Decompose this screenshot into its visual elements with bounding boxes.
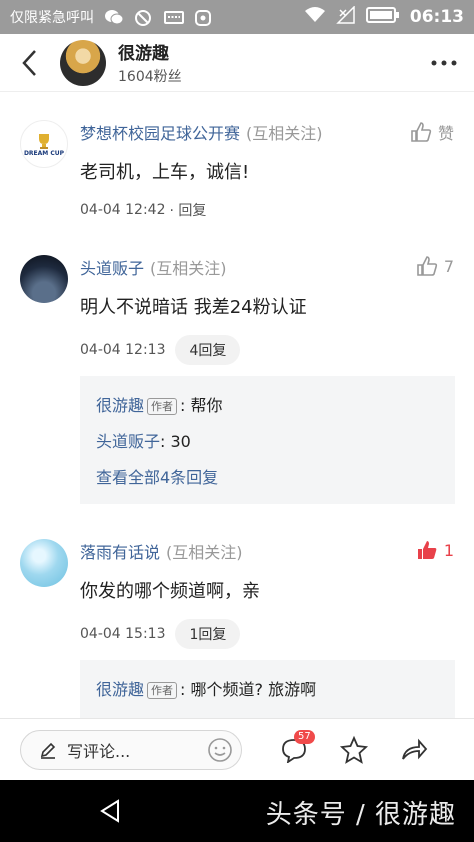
- reply-count-button[interactable]: 1回复: [175, 619, 241, 649]
- trophy-icon: [39, 133, 49, 149]
- reply-thread: 很游趣 作者 : 哪个频道? 旅游啊: [80, 660, 455, 718]
- commenter-avatar[interactable]: [20, 255, 68, 303]
- wechat-icon: [104, 9, 124, 25]
- commenter-avatar[interactable]: [20, 539, 68, 587]
- reply-text: : 帮你: [180, 396, 223, 415]
- comment-time: 04-04 12:42: [80, 202, 166, 218]
- like-count: 1: [443, 540, 454, 560]
- author-tag: 作者: [147, 681, 178, 699]
- comment-text: 明人不说暗话 我差24粉认证: [80, 297, 307, 318]
- comment-time: 04-04 15:13: [80, 626, 166, 642]
- mutual-follow-tag: (互相关注): [166, 543, 243, 562]
- like-count: 赞: [437, 124, 454, 143]
- comment-time: 04-04 12:13: [80, 342, 166, 358]
- system-back-button[interactable]: [70, 798, 150, 824]
- emoji-icon[interactable]: [207, 737, 233, 763]
- more-button[interactable]: [414, 34, 474, 92]
- comment-toolbar: 写评论... 57: [0, 718, 474, 780]
- reply-author-name[interactable]: 很游趣: [96, 388, 144, 424]
- thumbs-up-icon: [411, 122, 432, 142]
- clock: 06:13: [409, 7, 464, 27]
- app-icon: [194, 9, 214, 26]
- pencil-icon: [40, 742, 56, 759]
- reply-thread: 很游趣 作者 : 帮你 头道贩子 : 30 查看全部4条回复: [80, 376, 455, 504]
- like-button[interactable]: 1: [416, 539, 454, 561]
- comments-button[interactable]: 57: [264, 719, 324, 781]
- author-name[interactable]: 很游趣: [118, 39, 414, 64]
- back-button[interactable]: [0, 34, 60, 92]
- carrier-text: 仅限紧急呼叫: [10, 10, 94, 26]
- system-nav-bar: 头条号 / 很游趣: [0, 780, 474, 842]
- view-all-replies-link[interactable]: 查看全部4条回复: [96, 460, 218, 496]
- star-icon: [339, 735, 369, 764]
- author-avatar[interactable]: [60, 39, 106, 86]
- write-comment-placeholder: 写评论...: [67, 741, 131, 761]
- watermark-text: 头条号 / 很游趣: [265, 800, 456, 830]
- comment-text: 老司机，上车，诚信!: [80, 162, 250, 183]
- like-button[interactable]: 7: [416, 255, 454, 277]
- battery-icon: [365, 6, 400, 28]
- chevron-left-icon: [22, 49, 36, 76]
- commenter-name[interactable]: 落雨有话说: [80, 539, 160, 563]
- reply-text: : 哪个频道? 旅游啊: [180, 680, 317, 699]
- like-count: 7: [443, 256, 454, 276]
- commenter-name[interactable]: 梦想杯校园足球公开赛: [80, 120, 240, 144]
- reply-author-name[interactable]: 头道贩子: [96, 424, 160, 460]
- reply-count-button[interactable]: 4回复: [175, 335, 241, 365]
- commenter-avatar[interactable]: DREAM CUP: [20, 120, 68, 168]
- avatar-logo-text: DREAM CUP: [23, 149, 65, 157]
- follower-count: 1604粉丝: [118, 69, 182, 85]
- mutual-follow-tag: (互相关注): [150, 259, 227, 278]
- more-dots-icon: [431, 60, 457, 65]
- write-comment-input[interactable]: 写评论...: [20, 729, 242, 770]
- thumbs-up-filled-icon: [417, 541, 437, 559]
- commenter-name[interactable]: 头道贩子: [80, 255, 144, 279]
- share-arrow-icon: [402, 738, 428, 760]
- keyboard-icon: [164, 9, 184, 25]
- author-tag: 作者: [147, 397, 178, 415]
- reply-item: 很游趣 作者 : 帮你: [96, 388, 439, 424]
- page-header: 很游趣 1604粉丝: [0, 34, 474, 92]
- reply-author-name[interactable]: 很游趣: [96, 672, 144, 708]
- reply-text: : 30: [160, 432, 191, 451]
- reply-item: 头道贩子 : 30: [96, 424, 439, 460]
- wifi-icon: [304, 6, 326, 28]
- comment-count-badge: 57: [294, 729, 315, 744]
- status-bar: 仅限紧急呼叫 06:13: [0, 0, 474, 34]
- reply-link[interactable]: · 回复: [169, 200, 206, 220]
- reply-item: 很游趣 作者 : 哪个频道? 旅游啊: [96, 672, 439, 708]
- mutual-follow-tag: (互相关注): [246, 124, 323, 143]
- signal-icon: [336, 5, 356, 28]
- like-button[interactable]: 赞: [410, 120, 454, 144]
- block-icon: [134, 9, 154, 26]
- triangle-back-icon: [100, 799, 119, 823]
- share-button[interactable]: [384, 719, 444, 781]
- thumbs-up-icon: [417, 256, 437, 276]
- comment-text: 你发的哪个频道啊，亲: [80, 581, 260, 602]
- favorite-button[interactable]: [324, 719, 384, 781]
